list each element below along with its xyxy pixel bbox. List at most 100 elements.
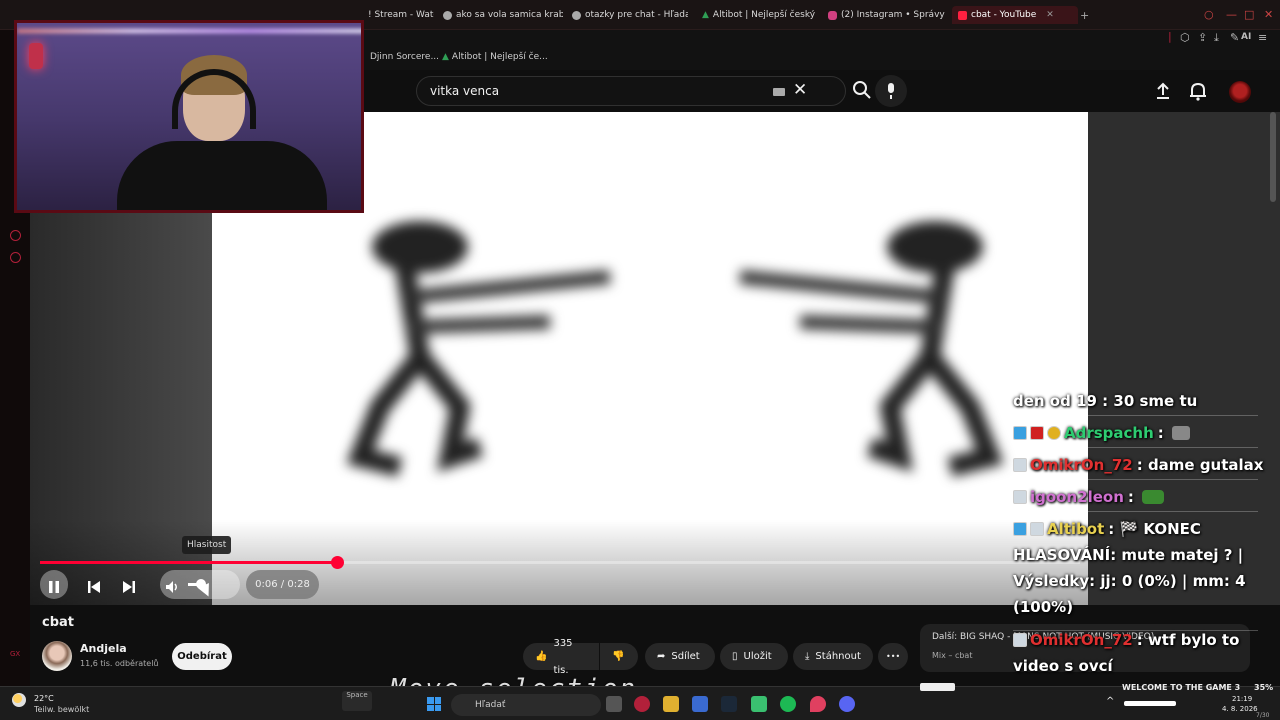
chat-message: den od 19 : 30 sme tu <box>1013 388 1273 414</box>
steam-icon[interactable] <box>721 696 737 712</box>
close-tab-icon[interactable]: ✕ <box>1046 10 1054 20</box>
search-icon[interactable] <box>852 80 872 100</box>
search-tabs-icon[interactable]: ○ <box>1204 8 1214 21</box>
channel-avatar[interactable] <box>42 641 72 671</box>
save-label: Uložit <box>743 651 772 662</box>
more-actions-button[interactable]: ••• <box>878 643 908 670</box>
search-box[interactable]: vitka venca ✕ <box>416 76 846 106</box>
task-view-icon[interactable] <box>606 696 622 712</box>
share-icon[interactable]: ⇪ <box>1198 31 1207 44</box>
browser-tab[interactable]: (2) Instagram • Správy <box>828 6 948 24</box>
weather-text: Teilw. bewölkt <box>34 705 90 714</box>
weather-icon[interactable] <box>12 693 26 707</box>
ai-button[interactable]: AI <box>1241 32 1251 42</box>
browser-tab-active[interactable]: cbat - YouTube ✕ <box>952 6 1078 24</box>
minimize-icon[interactable]: — <box>1226 8 1237 21</box>
thumbs-down-icon: 👎 <box>612 651 625 662</box>
menu-icon[interactable]: ≡ <box>1258 31 1267 44</box>
up-next-subtitle: Mix – cbat <box>932 651 973 660</box>
google-favicon-icon <box>443 10 452 20</box>
like-button[interactable]: 👍 335 tis. <box>523 638 599 676</box>
emote-icon <box>1141 490 1164 504</box>
download-button[interactable]: ⤓ Stáhnout <box>793 643 873 670</box>
close-window-icon[interactable]: ✕ <box>1264 8 1273 21</box>
chat-text: den od 19 : 30 sme tu <box>1013 392 1198 410</box>
chat-text: dame gutalax <box>1147 456 1264 474</box>
badge-icon <box>1013 490 1027 504</box>
tab-label: otazky pre chat - Hľadať G <box>585 10 688 20</box>
sidebar-app-icon[interactable] <box>10 230 21 241</box>
clock-date: 4. 8. 2026 <box>1222 705 1258 713</box>
volume-tooltip: Hlasitost <box>182 536 232 554</box>
windows-start-icon[interactable] <box>427 697 441 711</box>
badge-icon <box>1047 426 1061 440</box>
notifications-bell-icon[interactable] <box>1187 80 1209 102</box>
badge-icon <box>1013 522 1027 536</box>
share-label: Sdílet <box>671 651 700 662</box>
sidebar-toggle-icon[interactable]: | <box>1168 30 1172 43</box>
altibot-favicon-icon: ▲ <box>702 10 709 20</box>
bookmark-item[interactable]: Djinn Sorcere... <box>370 52 439 62</box>
page-scrollbar[interactable] <box>1270 112 1276 202</box>
opera-gx-icon[interactable] <box>634 696 650 712</box>
clear-search-icon[interactable]: ✕ <box>793 80 807 100</box>
bookmark-item[interactable]: ▲ Altibot | Nejlepší če... <box>442 52 548 62</box>
chat-divider <box>1013 511 1258 512</box>
browser-tab[interactable]: ▲Altibot | Nejlepší český Kic <box>702 6 816 24</box>
channel-name[interactable]: Andjela <box>80 642 127 655</box>
more-icon: ••• <box>886 652 901 661</box>
maximize-icon[interactable]: □ <box>1244 8 1254 21</box>
page-counter: 7/30 <box>1256 712 1270 719</box>
chat-username[interactable]: Adrspachh <box>1064 424 1154 442</box>
chat-username[interactable]: igoon2leon <box>1030 488 1124 506</box>
sidebar-app-icon[interactable]: GX <box>10 650 20 658</box>
taskbar-search[interactable]: Hľadať <box>451 694 601 716</box>
badge-icon <box>1030 522 1044 536</box>
tray-chevron-icon[interactable]: ^ <box>1106 696 1114 707</box>
app-icon[interactable] <box>751 696 767 712</box>
upload-icon[interactable] <box>1152 80 1174 102</box>
badge-icon <box>1013 426 1027 440</box>
discord-icon[interactable] <box>839 696 855 712</box>
microphone-stand <box>890 95 892 99</box>
browser-tab[interactable]: ako sa vola samica kraba <box>443 6 563 24</box>
tab-label: Altibot | Nejlepší český Kic <box>712 10 816 20</box>
search-input[interactable]: vitka venca <box>430 84 499 98</box>
chat-message: igoon2leon: <box>1013 484 1273 510</box>
previous-icon[interactable] <box>86 577 102 597</box>
chat-divider <box>1013 447 1258 448</box>
chat-username[interactable]: OmikrOn_72 <box>1030 456 1133 474</box>
voice-search-button[interactable] <box>875 75 907 107</box>
chat-username[interactable]: OmikrOn_72 <box>1030 631 1133 649</box>
download-icon[interactable]: ⤓ <box>1214 31 1219 45</box>
app-icon[interactable] <box>692 696 708 712</box>
windows-taskbar: 22°C Teilw. bewölkt Space Hľadať ^ WELCO… <box>0 683 1280 720</box>
pen-icon[interactable]: ✎ <box>1230 31 1239 44</box>
new-tab-button[interactable]: + <box>1080 6 1089 24</box>
chat-message: OmikrOn_72: dame gutalax <box>1013 452 1273 478</box>
chat-divider <box>1013 415 1258 416</box>
dislike-button[interactable]: 👎 <box>600 643 638 670</box>
tab-label: cbat - YouTube <box>971 10 1037 20</box>
chat-message: OmikrOn_72: wtf bylo to video s ovcí <box>1013 631 1240 675</box>
subscribe-button[interactable]: Odebírat <box>172 643 232 670</box>
chat-username[interactable]: Altibot <box>1047 520 1104 538</box>
taskbar-search-label: Hľadať <box>475 700 506 710</box>
bookmark-label: Altibot | Nejlepší če... <box>451 52 548 62</box>
sidebar-app-icon[interactable] <box>10 252 21 263</box>
file-explorer-icon[interactable] <box>663 696 679 712</box>
save-button[interactable]: ▯ Uložit <box>720 643 788 670</box>
browser-tab[interactable]: ! Stream - Watc <box>368 6 434 24</box>
keyboard-icon[interactable] <box>773 88 785 96</box>
next-icon[interactable] <box>121 577 137 597</box>
google-favicon-icon <box>572 10 581 20</box>
browser-tab[interactable]: otazky pre chat - Hľadať G <box>572 6 688 24</box>
share-button[interactable]: ➦ Sdílet <box>645 643 715 670</box>
progress-bar[interactable] <box>40 556 1080 569</box>
spacebar-key: Space <box>342 691 372 711</box>
maps-pin-icon[interactable] <box>810 696 826 712</box>
account-avatar[interactable] <box>1229 81 1251 103</box>
extensions-icon[interactable]: ⬡ <box>1180 31 1190 44</box>
volume-icon[interactable] <box>164 577 180 597</box>
spotify-icon[interactable] <box>780 696 796 712</box>
